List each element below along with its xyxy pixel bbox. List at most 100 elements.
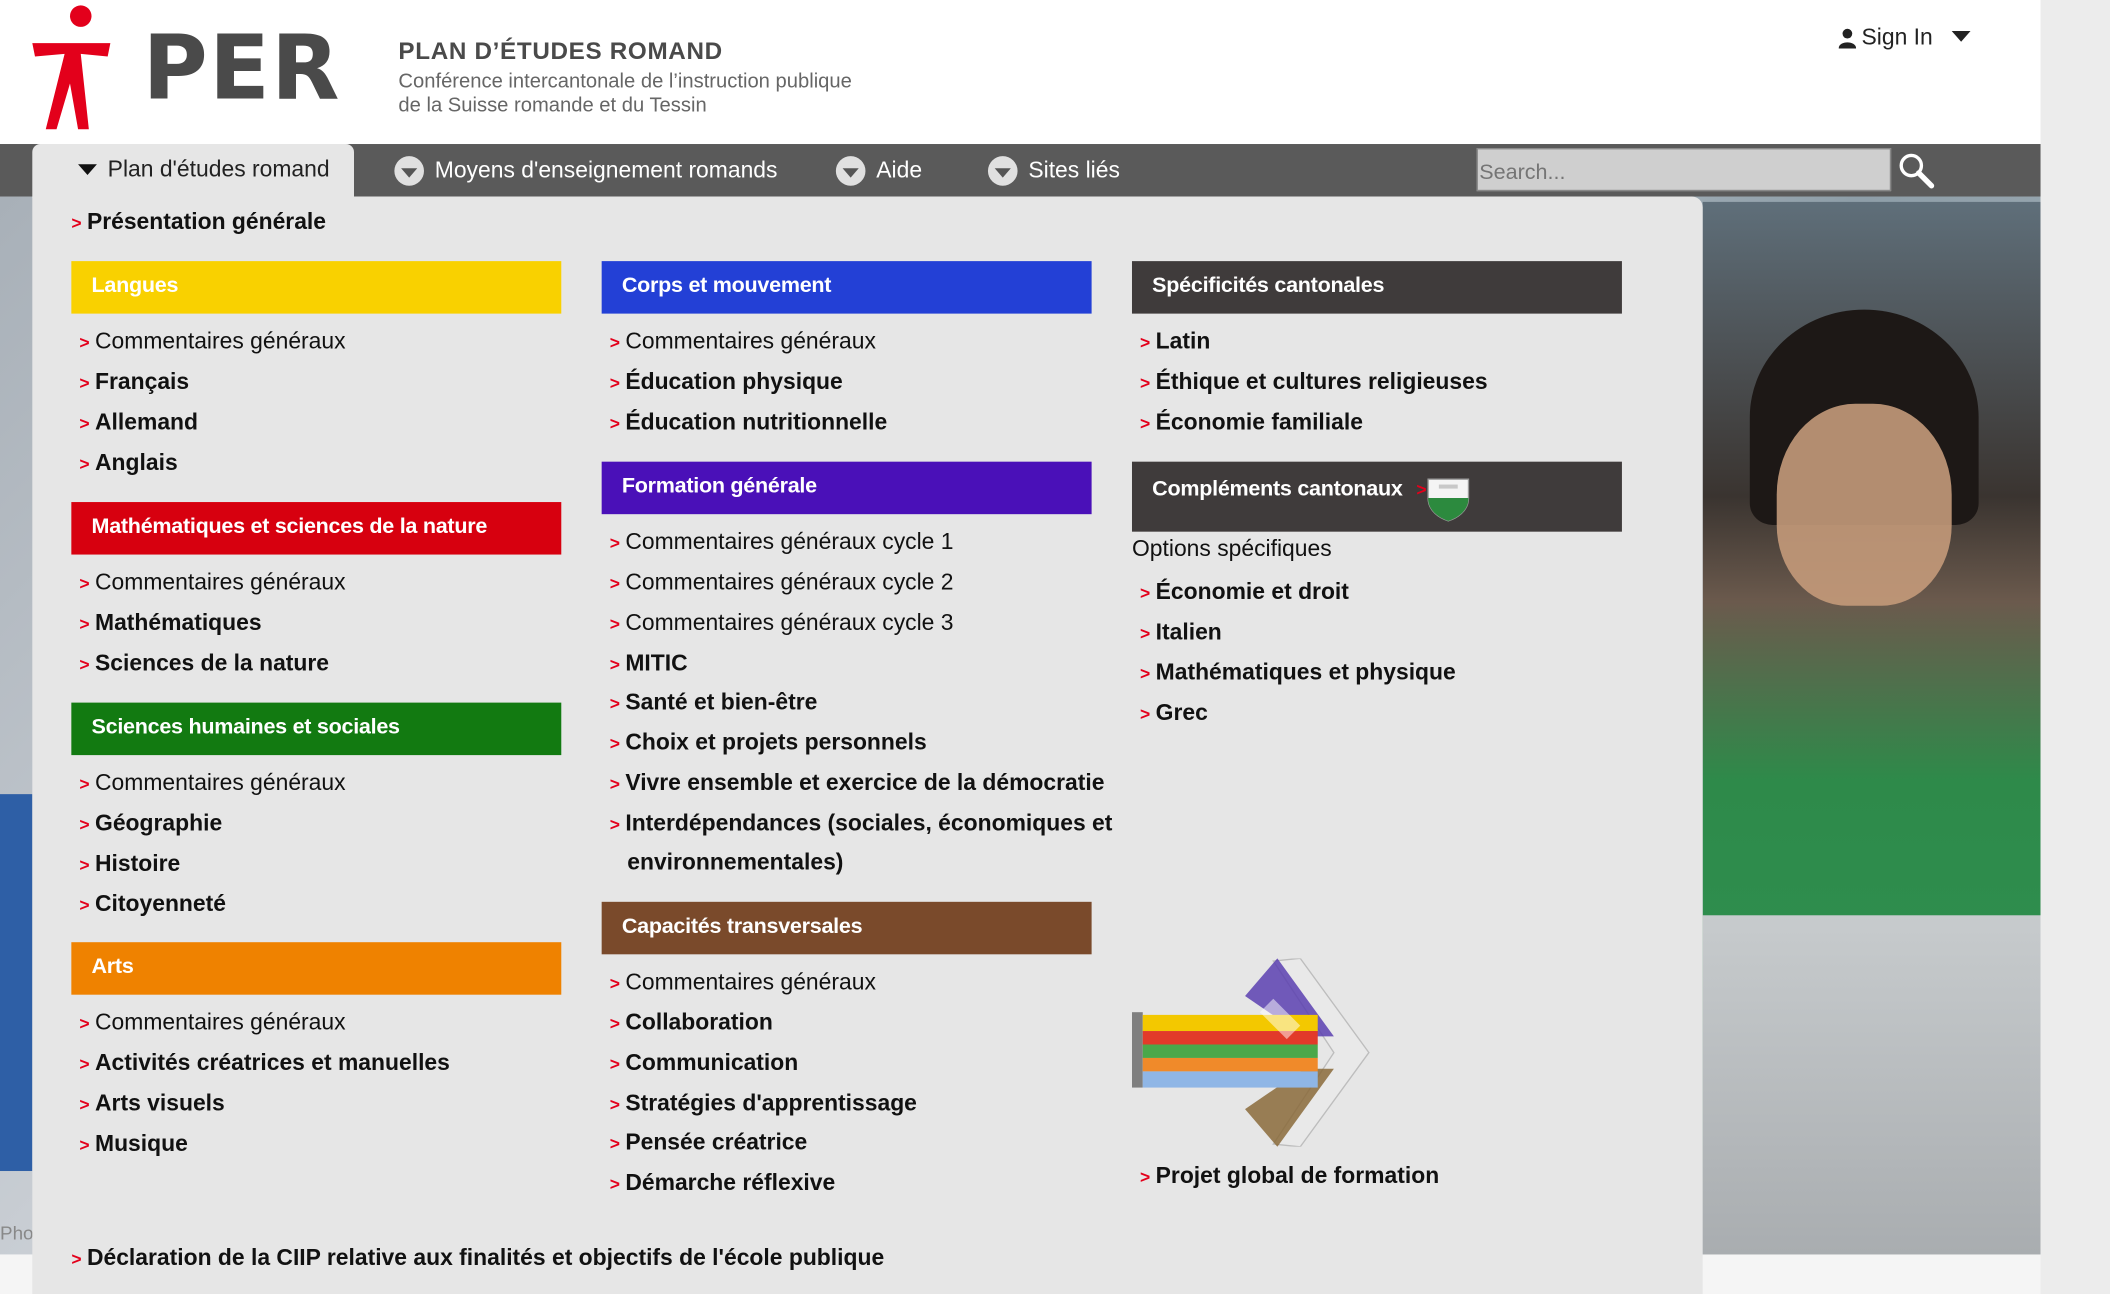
category-formation-generale[interactable]: Formation générale bbox=[601, 461, 1092, 515]
search-input[interactable] bbox=[1476, 148, 1892, 192]
category-langues[interactable]: Langues bbox=[71, 261, 562, 314]
arrow-icon: > bbox=[1416, 479, 1427, 500]
menu-link-label: Commentaires généraux cycle 1 bbox=[625, 528, 954, 555]
logo-wordmark[interactable]: PER bbox=[143, 16, 341, 120]
menu-link[interactable]: > Économie et droit bbox=[1140, 579, 1349, 607]
menu-link[interactable]: > Éducation physique bbox=[610, 369, 843, 397]
category-specificites-cantonales[interactable]: Spécificités cantonales bbox=[1131, 261, 1622, 314]
menu-link-label: Mathématiques bbox=[95, 609, 262, 636]
sign-in-button[interactable]: Sign In bbox=[1838, 24, 1933, 51]
menu-link-label: Économie familiale bbox=[1155, 409, 1363, 435]
canton-shield-icon bbox=[1427, 478, 1470, 522]
menu-link[interactable]: > Vivre ensemble et exercice de la démocr… bbox=[610, 770, 1105, 798]
menu-link[interactable]: > Communication bbox=[610, 1050, 799, 1078]
menu-link[interactable]: > Anglais bbox=[79, 450, 177, 478]
menu-link-projet-global[interactable]: > Projet global de formation bbox=[1140, 1163, 1439, 1191]
chevron-down-icon bbox=[394, 156, 424, 186]
menu-link[interactable]: > Italien bbox=[1140, 619, 1222, 647]
per-logo-icon bbox=[32, 5, 111, 130]
account-caret-icon[interactable] bbox=[1951, 30, 1971, 42]
sign-in-label: Sign In bbox=[1861, 24, 1933, 50]
category-arts[interactable]: Arts bbox=[71, 942, 562, 995]
menu-link-label: Déclaration de la CIIP relative aux fina… bbox=[86, 1245, 885, 1271]
org-subtitle: Conférence intercantonale de l’instructi… bbox=[398, 70, 851, 118]
menu-link-label: Projet global de formation bbox=[1155, 1162, 1440, 1189]
menu-link[interactable]: > Latin bbox=[1140, 328, 1210, 356]
menu-link-label: Géographie bbox=[95, 810, 223, 836]
menu-link[interactable]: > Commentaires généraux bbox=[79, 569, 345, 597]
menu-link[interactable]: > Choix et projets personnels bbox=[610, 730, 927, 758]
menu-link[interactable]: > Commentaires généraux bbox=[79, 328, 345, 356]
menu-link[interactable]: > Géographie bbox=[79, 810, 222, 838]
menu-link[interactable]: > Activités créatrices et manuelles bbox=[79, 1050, 449, 1078]
menu-link-label: Commentaires généraux bbox=[95, 569, 346, 595]
menu-link[interactable]: > Arts visuels bbox=[79, 1090, 224, 1118]
menu-link[interactable]: > Grec bbox=[1140, 700, 1208, 728]
category-sciences-humaines[interactable]: Sciences humaines et sociales bbox=[71, 702, 562, 756]
menu-link-label: Grec bbox=[1155, 699, 1208, 726]
menu-link[interactable]: > Santé et bien-être bbox=[610, 689, 818, 717]
menu-link-label: Allemand bbox=[95, 409, 199, 435]
menu-link-label: Commentaires généraux bbox=[625, 328, 876, 354]
options-specifiques-label: Options spécifiques bbox=[1131, 535, 1332, 562]
projet-global-diagram[interactable] bbox=[1131, 958, 1374, 1147]
menu-link[interactable]: > Commentaires généraux cycle 1 bbox=[610, 529, 954, 557]
menu-link[interactable]: > Sciences de la nature bbox=[79, 650, 329, 678]
menu-link-label: Mathématiques et physique bbox=[1155, 659, 1456, 686]
menu-link-label: Commentaires généraux cycle 2 bbox=[625, 569, 954, 595]
menu-link[interactable]: > Commentaires généraux bbox=[79, 770, 345, 798]
menu-link-label: Musique bbox=[95, 1130, 188, 1157]
menu-link-label: Histoire bbox=[95, 850, 181, 877]
menu-link[interactable]: > Démarche réflexive bbox=[610, 1170, 835, 1198]
menu-link[interactable]: > Mathématiques et physique bbox=[1140, 660, 1456, 688]
category-capacites-transversales[interactable]: Capacités transversales bbox=[601, 901, 1092, 955]
menu-link-label: Commentaires généraux bbox=[95, 328, 346, 354]
menu-link-label: Commentaires généraux bbox=[95, 769, 346, 796]
menu-link[interactable]: > Mathématiques bbox=[79, 610, 261, 638]
menu-link[interactable]: > Commentaires généraux bbox=[79, 1009, 345, 1037]
menu-link[interactable]: > Musique bbox=[79, 1131, 187, 1159]
menu-link[interactable]: > MITIC bbox=[610, 650, 688, 678]
menu-link-continuation[interactable]: environnementales) bbox=[627, 849, 843, 876]
menu-link-declaration[interactable]: > Déclaration de la CIIP relative aux fin… bbox=[71, 1245, 884, 1273]
menu-link[interactable]: > Interdépendances (sociales, économiques… bbox=[610, 810, 1113, 838]
org-subtitle-line2: de la Suisse romande et du Tessin bbox=[398, 94, 707, 118]
search-icon[interactable] bbox=[1898, 152, 1936, 190]
chevron-down-icon bbox=[835, 156, 866, 186]
category-corps-mouvement[interactable]: Corps et mouvement bbox=[601, 261, 1092, 314]
menu-link[interactable]: > Éthique et cultures religieuses bbox=[1140, 369, 1487, 397]
menu-link[interactable]: > Stratégies d'apprentissage bbox=[610, 1090, 917, 1118]
menu-link[interactable]: > Allemand bbox=[79, 409, 198, 437]
menu-link[interactable]: > Commentaires généraux cycle 3 bbox=[610, 610, 954, 638]
menu-link[interactable]: > Commentaires généraux cycle 2 bbox=[610, 569, 954, 597]
category-mathematiques-sciences[interactable]: Mathématiques et sciences de la nature bbox=[71, 502, 562, 555]
menu-link[interactable]: > Éducation nutritionnelle bbox=[610, 409, 887, 437]
menu-link[interactable]: > Citoyenneté bbox=[79, 891, 226, 919]
nav-item-aide[interactable]: Aide bbox=[835, 156, 923, 186]
menu-link[interactable]: > Commentaires généraux bbox=[610, 969, 876, 997]
menu-link-label: Pensée créatrice bbox=[625, 1129, 808, 1155]
org-subtitle-line1: Conférence intercantonale de l’instructi… bbox=[398, 69, 852, 93]
menu-link[interactable]: > Économie familiale bbox=[1140, 409, 1363, 437]
hero-photo-table bbox=[1702, 915, 2041, 1255]
nav-item-plan-etudes[interactable]: Plan d'études romand bbox=[78, 156, 330, 183]
category-complements-cantonaux[interactable]: Compléments cantonaux > bbox=[1131, 461, 1622, 532]
menu-link[interactable]: > Pensée créatrice bbox=[610, 1129, 808, 1157]
menu-link-label: Latin bbox=[1155, 328, 1211, 354]
menu-link-label: Communication bbox=[625, 1049, 799, 1076]
menu-link-label: Éducation physique bbox=[625, 368, 843, 395]
menu-link[interactable]: > Français bbox=[79, 369, 189, 397]
menu-link[interactable]: > Collaboration bbox=[610, 1009, 773, 1037]
menu-link-label: Stratégies d'apprentissage bbox=[625, 1090, 917, 1116]
menu-link[interactable]: > Commentaires généraux bbox=[610, 328, 876, 356]
nav-item-label: Plan d'études romand bbox=[107, 156, 330, 182]
hero-photo-left-edge bbox=[0, 794, 33, 1172]
chevron-down-icon bbox=[78, 164, 97, 175]
menu-link-label: Commentaires généraux bbox=[95, 1009, 346, 1036]
nav-item-moyens[interactable]: Moyens d'enseignement romands bbox=[394, 156, 777, 186]
nav-item-label: Sites liés bbox=[1028, 157, 1120, 184]
nav-item-label: Aide bbox=[876, 157, 923, 184]
menu-link[interactable]: > Histoire bbox=[79, 851, 180, 879]
menu-link-presentation[interactable]: > Présentation générale bbox=[71, 209, 326, 237]
nav-item-sites-lies[interactable]: Sites liés bbox=[987, 156, 1120, 186]
